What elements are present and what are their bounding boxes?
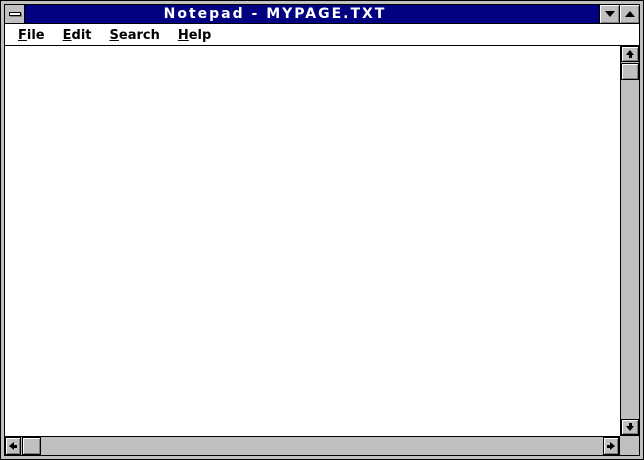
menu-item-help[interactable]: Help	[169, 26, 220, 44]
window-client-area: Notepad - MYPAGE.TXT File Edit Search He…	[4, 4, 640, 456]
window-resize-frame[interactable]: Notepad - MYPAGE.TXT File Edit Search He…	[1, 1, 643, 459]
scrollbar-corner	[620, 436, 639, 455]
vertical-scrollbar[interactable]	[620, 46, 639, 436]
content-area	[5, 46, 639, 455]
horizontal-scrollbar-thumb[interactable]	[22, 437, 41, 455]
minimize-button[interactable]	[599, 5, 619, 23]
title-bar[interactable]: Notepad - MYPAGE.TXT	[5, 5, 639, 24]
system-menu-minus-icon	[8, 12, 21, 16]
arrow-up-icon	[626, 50, 634, 58]
system-menu-button[interactable]	[5, 5, 25, 23]
arrow-right-icon	[607, 442, 615, 450]
arrow-left-icon	[9, 442, 17, 450]
editor-text-area[interactable]	[5, 46, 620, 436]
menu-bar: File Edit Search Help	[5, 24, 639, 46]
scroll-down-button[interactable]	[621, 419, 639, 435]
arrow-down-icon	[626, 423, 634, 431]
scroll-left-button[interactable]	[5, 437, 21, 455]
title-bar-caption-area: Notepad - MYPAGE.TXT	[25, 5, 599, 23]
menu-item-file[interactable]: File	[9, 26, 54, 44]
minimize-triangle-down-icon	[604, 11, 615, 17]
maximize-triangle-up-icon	[624, 11, 635, 17]
maximize-button[interactable]	[619, 5, 639, 23]
notepad-window: Notepad - MYPAGE.TXT File Edit Search He…	[0, 0, 644, 460]
menu-item-search[interactable]: Search	[101, 26, 169, 44]
menu-item-edit[interactable]: Edit	[54, 26, 101, 44]
window-title: Notepad - MYPAGE.TXT	[163, 6, 387, 22]
scroll-up-button[interactable]	[621, 46, 639, 62]
scroll-right-button[interactable]	[603, 437, 619, 455]
vertical-scrollbar-thumb[interactable]	[621, 63, 639, 80]
horizontal-scrollbar[interactable]	[5, 436, 620, 455]
